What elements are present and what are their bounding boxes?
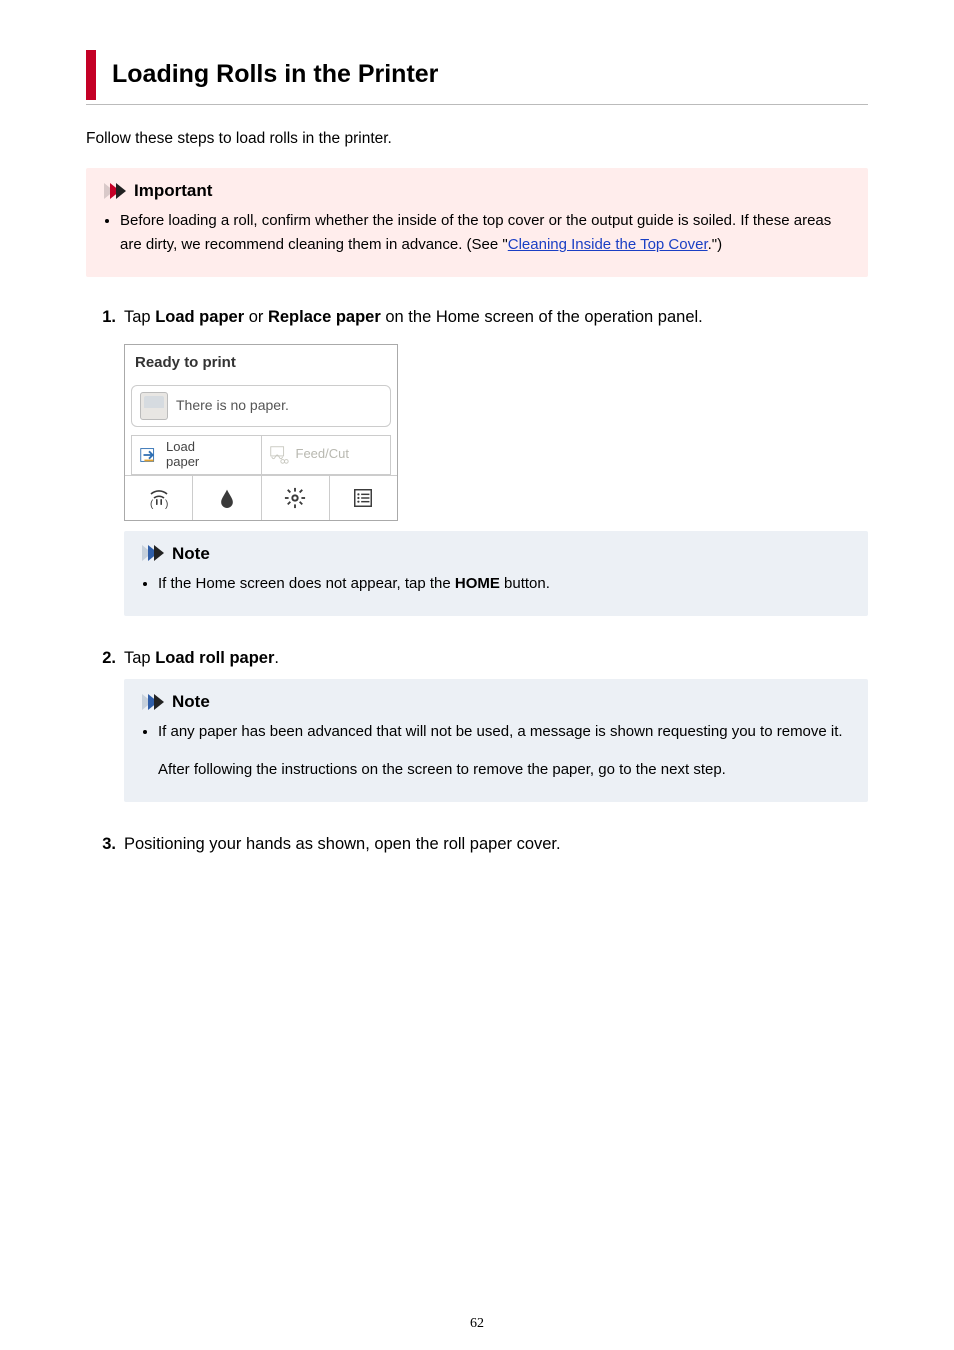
svg-text:): ): [165, 499, 168, 510]
page-number: 62: [0, 1313, 954, 1334]
important-header: Important: [104, 178, 850, 204]
step-1-frag-1: Tap: [124, 308, 155, 326]
ink-button[interactable]: [193, 476, 261, 520]
intro-text: Follow these steps to load rolls in the …: [86, 127, 868, 150]
step-2-text: Tap Load roll paper.: [124, 646, 279, 671]
step-3-number: 3.: [96, 832, 116, 857]
note-2-header: Note: [142, 689, 850, 715]
wifi-icon: ( ): [147, 486, 171, 510]
printer-panel-screenshot: Ready to print There is no paper. Load p…: [124, 344, 398, 521]
panel-status: Ready to print: [125, 345, 397, 385]
note-2-label: Note: [172, 689, 210, 715]
title-rule: [86, 104, 868, 105]
step-1-bold-1: Load paper: [155, 308, 244, 326]
note-1-header: Note: [142, 541, 850, 567]
wifi-button[interactable]: ( ): [125, 476, 193, 520]
svg-text:(: (: [150, 499, 154, 510]
settings-button[interactable]: [262, 476, 330, 520]
step-3-text: Positioning your hands as shown, open th…: [124, 832, 561, 857]
step-1-frag-2: or: [244, 308, 268, 326]
note-2-item-2-text: After following the instructions on the …: [158, 761, 726, 778]
important-callout: Important Before loading a roll, confirm…: [86, 168, 868, 278]
note-1-pre: If the Home screen does not appear, tap …: [158, 575, 455, 592]
step-1-text: Tap Load paper or Replace paper on the H…: [124, 305, 703, 330]
step-1-number: 1.: [96, 305, 116, 330]
step-1-bold-2: Replace paper: [268, 308, 381, 326]
panel-button-row: Load paper Feed/Cut: [131, 435, 391, 475]
paper-roll-icon: [140, 392, 168, 420]
step-1-frag-3: on the Home screen of the operation pane…: [381, 308, 703, 326]
jobs-button[interactable]: [330, 476, 397, 520]
load-paper-label-1: Load: [166, 440, 199, 454]
job-list-icon: [352, 487, 374, 509]
title-bar: Loading Rolls in the Printer: [86, 50, 868, 100]
important-item-pre: Before loading a roll, confirm whether t…: [120, 212, 831, 253]
load-paper-label-2: paper: [166, 455, 199, 469]
gear-icon: [284, 487, 306, 509]
page-title: Loading Rolls in the Printer: [112, 56, 868, 94]
note-callout-1: Note If the Home screen does not appear,…: [124, 531, 868, 617]
chevrons-icon: [142, 694, 164, 710]
cleaning-link[interactable]: Cleaning Inside the Top Cover: [508, 236, 708, 253]
note-callout-2: Note If any paper has been advanced that…: [124, 679, 868, 803]
important-label: Important: [134, 178, 212, 204]
feed-cut-button: Feed/Cut: [261, 435, 392, 475]
chevrons-icon: [142, 545, 164, 561]
note-1-label: Note: [172, 541, 210, 567]
step-2: 2. Tap Load roll paper. Note If any pape…: [86, 646, 868, 802]
step-2-frag-2: .: [274, 649, 279, 667]
note-1-list: If the Home screen does not appear, tap …: [142, 572, 850, 596]
step-2-frag-1: Tap: [124, 649, 155, 667]
feed-cut-label: Feed/Cut: [296, 447, 349, 461]
step-1: 1. Tap Load paper or Replace paper on th…: [86, 305, 868, 616]
chevrons-icon: [104, 183, 126, 199]
panel-nav-row: ( ): [125, 475, 397, 520]
step-3: 3. Positioning your hands as shown, open…: [86, 832, 868, 857]
feed-cut-icon: [268, 444, 290, 466]
note-2-item-1: If any paper has been advanced that will…: [158, 720, 850, 782]
load-paper-button[interactable]: Load paper: [131, 435, 261, 475]
panel-paper-msg: There is no paper.: [176, 395, 289, 416]
note-1-bold: HOME: [455, 575, 500, 592]
step-2-number: 2.: [96, 646, 116, 671]
important-item-post: ."): [708, 236, 723, 253]
note-1-post: button.: [500, 575, 550, 592]
note-2-list: If any paper has been advanced that will…: [142, 720, 850, 782]
important-item: Before loading a roll, confirm whether t…: [120, 209, 850, 257]
important-list: Before loading a roll, confirm whether t…: [104, 209, 850, 257]
step-2-bold-1: Load roll paper: [155, 649, 274, 667]
ink-drop-icon: [217, 488, 237, 508]
load-paper-icon: [138, 444, 160, 466]
note-2-item-1-text: If any paper has been advanced that will…: [158, 723, 843, 740]
panel-paper-status-row: There is no paper.: [131, 385, 391, 427]
note-1-item: If the Home screen does not appear, tap …: [158, 572, 850, 596]
